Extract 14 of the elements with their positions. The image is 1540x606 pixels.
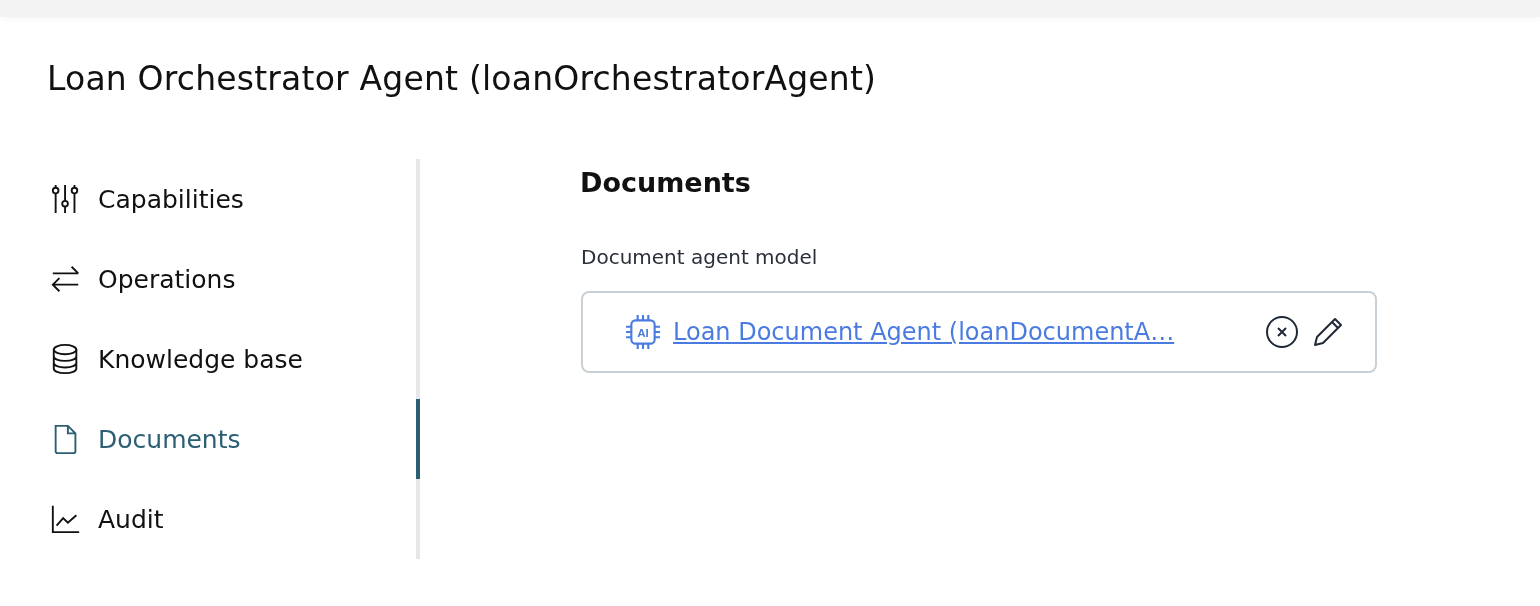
line-chart-icon (50, 503, 82, 535)
field-label: Document agent model (581, 245, 818, 269)
sidebar-item[interactable]: Knowledge base (50, 319, 420, 399)
edit-icon[interactable] (1311, 315, 1345, 349)
page-title: Loan Orchestrator Agent (loanOrchestratorAgent) (47, 59, 878, 99)
section-heading: Documents (580, 166, 751, 200)
clear-icon[interactable] (1265, 315, 1299, 349)
arrows-icon (50, 263, 82, 295)
sidebar-item[interactable]: Operations (50, 239, 420, 319)
agent-link[interactable]: Loan Document Agent (loanDocumentA… (673, 318, 1253, 346)
model-field[interactable]: AI Loan Document Agent (loanDocumentA… (581, 291, 1377, 373)
sidebar-item[interactable]: Audit (50, 479, 420, 559)
sidebar-item[interactable]: Documents (50, 399, 420, 479)
sidebar-item[interactable]: Capabilities (50, 159, 420, 239)
